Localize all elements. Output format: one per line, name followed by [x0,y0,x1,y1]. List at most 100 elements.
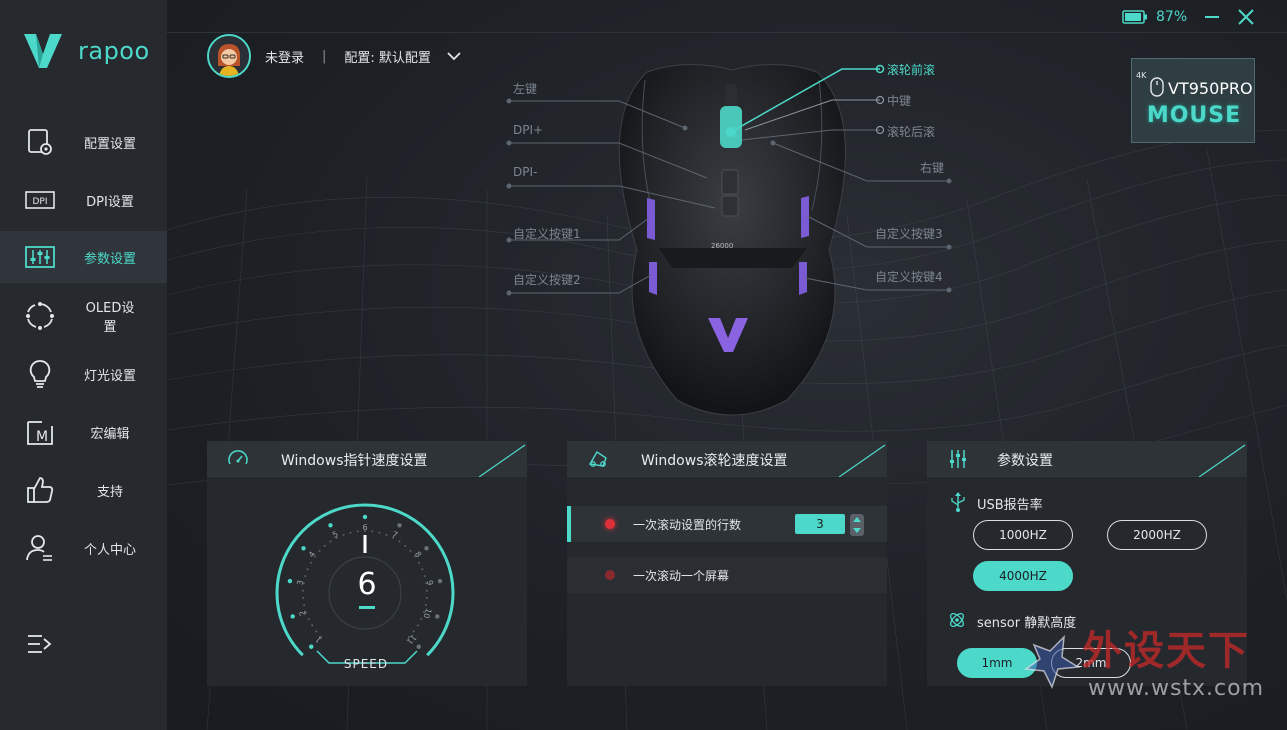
dial-fine-dot [418,561,421,564]
scroll-wheel-icon [588,451,607,467]
watermark-url: www.wstx.com [1088,676,1265,701]
svg-text:M: M [36,429,48,445]
sidebar-item-light-settings[interactable]: 灯光设置 [0,348,167,400]
dial-tick-dot [397,523,402,528]
oled-icon [26,302,54,330]
callout-middle-button[interactable]: 中键 [887,92,911,109]
dial-fine-dot [378,531,381,534]
sidebar-item-label: 配置设置 [83,136,136,152]
mouse-diagram: 26000 [506,64,952,416]
radio-unselected[interactable] [605,570,615,580]
callout-dpi-minus[interactable]: DPI- [513,165,537,179]
sidebar-item-label: 灯光设置 [83,368,136,384]
dial-tick-label: 4 [307,550,317,559]
sensor-icon [950,613,964,627]
scroll-speed-panel: Windows滚轮速度设置 一次滚动设置的行数 3 一次滚动一个屏幕 [567,441,887,686]
dial-fine-dot [309,561,312,564]
speed-label: SPEED [343,657,389,671]
usb-icon [951,492,965,512]
dial-fine-dot [323,544,326,547]
dial-tick-dot [435,614,440,619]
bulb-icon [29,360,51,388]
dial-tick-dot [424,546,429,551]
mouse-dpi-print: 26000 [711,242,733,250]
sliders-icon [950,450,966,468]
app-logo: rapoo [22,32,150,70]
dial-tick-label: 1 [314,634,324,644]
sidebar-item-user-center[interactable]: 个人中心 [0,522,167,574]
dial-tick-label: 8 [413,550,423,559]
usb-rate-1000-button[interactable]: 1000HZ [973,520,1073,550]
sidebar-item-label: 参数设置 [83,251,136,267]
dial-fine-dot [412,630,415,633]
watermark-text: 外设天下 [1082,628,1250,674]
dial-tick-label: 11 [405,633,419,647]
callout-scroll-up[interactable]: 滚轮前滚 [887,61,935,78]
dial-fine-dot [315,630,318,633]
scroll-option-screen[interactable]: 一次滚动一个屏幕 [567,557,887,593]
dial-tick-dot [301,546,306,551]
scroll-lines-input[interactable]: 3 [795,514,845,534]
panel-title: Windows滚轮速度设置 [641,453,788,469]
callout-custom-button-4[interactable]: 自定义按键4 [875,268,943,285]
callout-custom-button-2[interactable]: 自定义按键2 [513,271,581,288]
dial-fine-dot [409,549,412,552]
profile-settings-icon [28,129,52,155]
pointer-speed-value: 6 [357,567,377,602]
panel-header [927,441,1247,477]
sidebar-item-label: 个人中心 [83,542,136,558]
usb-rate-4000-button[interactable]: 4000HZ [973,561,1073,591]
dial-fine-dot [385,533,388,536]
dial-fine-dot [303,604,306,607]
sidebar-item-label: DPI设置 [86,194,134,210]
speedometer-icon [228,450,248,465]
dial-tick-dot [290,614,295,619]
collapse-menu-icon[interactable] [26,632,54,656]
pointer-speed-panel: Windows指针速度设置 1 2 3 4 5 6 7 8 9 10 11 6 SPEED [207,441,527,686]
sliders-icon [25,246,55,268]
dial-fine-dot [318,549,321,552]
radio-selected[interactable] [605,519,615,529]
user-center-icon [26,535,52,561]
callout-left-button[interactable]: 左键 [513,80,537,97]
brand-name: rapoo [78,37,150,65]
sidebar-item-label: 宏编辑 [90,426,130,442]
dial-fine-dot [371,530,374,533]
dial-fine-dot [307,617,310,620]
callout-scroll-down[interactable]: 滚轮后滚 [887,123,935,140]
sidebar-item-support[interactable]: 支持 [0,464,167,516]
sidebar: rapoo 配置设置 DPI DPI设置 参数设置 OLED设置 灯光设置 M … [0,0,167,730]
dial-fine-dot [329,540,332,543]
sidebar-item-parameter-settings[interactable]: 参数设置 [0,231,167,283]
dpi-icon: DPI [25,191,55,209]
sidebar-item-profile-settings[interactable]: 配置设置 [0,116,167,168]
callout-dpi-plus[interactable]: DPI+ [513,123,543,137]
dial-fine-dot [416,624,419,627]
callout-custom-button-1[interactable]: 自定义按键1 [513,225,581,242]
dial-fine-dot [342,533,345,536]
dial-fine-dot [311,624,314,627]
scroll-option-lines[interactable]: 一次滚动设置的行数 3 [567,506,887,542]
dial-tick-label: 6 [362,523,367,532]
sidebar-item-label: 支持 [96,484,123,500]
sidebar-item-macro-editor[interactable]: M 宏编辑 [0,406,167,458]
usb-report-rate-title: USB报告率 [977,498,1043,513]
rapoo-v-logo-icon [24,34,62,68]
dial-tick-label: 10 [421,607,433,619]
dial-fine-dot [349,531,352,534]
dial-fine-dot [398,540,401,543]
dial-tick-label: 2 [298,609,308,617]
macro-icon: M [27,421,53,445]
svg-text:DPI: DPI [32,197,47,207]
stepper-arrows-icon[interactable] [850,514,864,536]
panel-title: Windows指针速度设置 [281,453,428,469]
sidebar-item-oled-settings[interactable]: OLED设置 [0,290,167,342]
sidebar-item-dpi-settings[interactable]: DPI DPI设置 [0,174,167,226]
usb-rate-2000-button[interactable]: 2000HZ [1107,520,1207,550]
callout-custom-button-3[interactable]: 自定义按键3 [875,225,943,242]
thumbs-up-icon [27,477,54,503]
dial-fine-dot [424,604,427,607]
callout-right-button[interactable]: 右键 [920,159,944,176]
dial-tick-dot [362,514,368,520]
selected-indicator [567,506,571,542]
